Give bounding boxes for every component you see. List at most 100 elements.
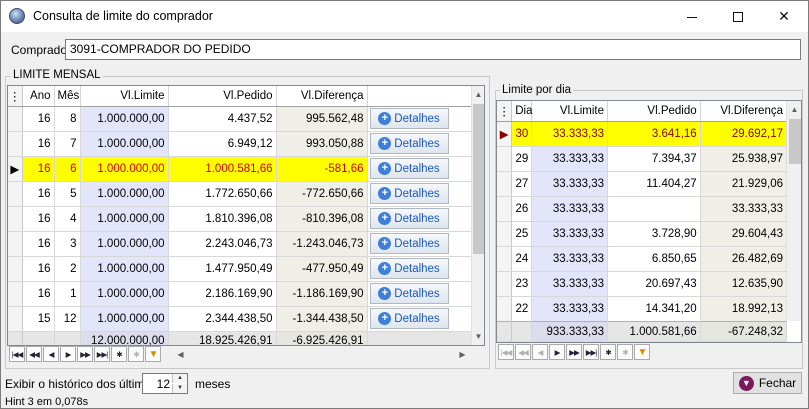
cell-diferenca[interactable]: -772.650,66 — [276, 181, 368, 207]
dia-row[interactable]: 25 33.333,33 3.728,90 29.604,43 — [497, 221, 788, 247]
detalhes-button[interactable]: + Detalhes — [369, 258, 449, 279]
cell-limite[interactable]: 1.000.000,00 — [80, 106, 169, 132]
dia-row[interactable]: 27 33.333,33 11.404,27 21.929,06 — [497, 171, 788, 197]
dia-filter-icon[interactable]: ▼ — [634, 344, 650, 360]
mensal-row[interactable]: 16 4 1.000.000,00 1.810.396,08 -810.396,08 + D… — [8, 206, 473, 232]
cell-dia-pedido[interactable]: 20.697,43 — [607, 271, 701, 297]
mensal-row[interactable]: 15 12 1.000.000,00 2.344.438,50 -1.344.438,5… — [8, 306, 473, 332]
filter-icon[interactable]: ▼ — [145, 346, 161, 362]
detalhes-button[interactable]: + Detalhes — [369, 183, 449, 204]
row-indicator[interactable] — [8, 256, 23, 282]
cell-mes[interactable]: 6 — [54, 156, 81, 182]
detalhes-button[interactable]: + Detalhes — [369, 158, 449, 179]
cell-ano[interactable]: 16 — [22, 281, 55, 307]
goto-bookmark-icon[interactable]: ✱ — [128, 346, 144, 362]
cell-pedido[interactable]: 6.949,12 — [168, 131, 277, 157]
historico-value[interactable]: 12 — [157, 377, 170, 391]
dia-next-record-icon[interactable]: ▶ — [549, 344, 565, 360]
col-header-limite[interactable]: Vl.Limite — [80, 86, 169, 107]
maximize-button[interactable] — [715, 1, 761, 32]
cell-mes[interactable]: 5 — [54, 181, 81, 207]
mensal-row[interactable]: 16 2 1.000.000,00 1.477.950,49 -477.950,49 + D… — [8, 256, 473, 282]
detalhes-button[interactable]: + Detalhes — [369, 133, 449, 154]
cell-limite[interactable]: 1.000.000,00 — [80, 131, 169, 157]
cell-limite[interactable]: 1.000.000,00 — [80, 306, 169, 332]
row-indicator[interactable] — [8, 181, 23, 207]
cell-diferenca[interactable]: -810.396,08 — [276, 206, 368, 232]
row-indicator[interactable]: ▶ — [8, 156, 23, 182]
cell-pedido[interactable]: 1.000.581,66 — [168, 156, 277, 182]
cell-ano[interactable]: 16 — [22, 181, 55, 207]
dia-next-page-icon[interactable]: ▶▶ — [566, 344, 582, 360]
dia-bookmark-icon[interactable]: ✱ — [600, 344, 616, 360]
row-indicator[interactable] — [497, 271, 513, 297]
cell-diferenca[interactable]: -477.950,49 — [276, 256, 368, 282]
cell-dia-limite[interactable]: 33.333,33 — [531, 271, 609, 297]
cell-ano[interactable]: 16 — [22, 131, 55, 157]
cell-dia-limite[interactable]: 33.333,33 — [531, 246, 609, 272]
row-indicator[interactable]: ▶ — [497, 121, 513, 147]
cell-mes[interactable]: 3 — [54, 231, 81, 257]
cell-dia[interactable]: 30 — [511, 121, 533, 147]
column-chooser-icon[interactable]: ⋮ — [8, 86, 23, 107]
col-header-dia-limite[interactable]: Vl.Limite — [531, 101, 609, 122]
cell-dia-limite[interactable]: 33.333,33 — [531, 171, 609, 197]
col-header-dia-pedido[interactable]: Vl.Pedido — [607, 101, 701, 122]
cell-dia-diferenca[interactable]: 25.938,97 — [700, 146, 788, 172]
detalhes-button[interactable]: + Detalhes — [369, 233, 449, 254]
prev-page-icon[interactable]: ◀◀ — [26, 346, 42, 362]
col-header-ano[interactable]: Ano — [22, 86, 55, 107]
cell-limite[interactable]: 1.000.000,00 — [80, 281, 169, 307]
fechar-button[interactable]: ▼ Fechar — [733, 372, 802, 394]
cell-diferenca[interactable]: -581,66 — [276, 156, 368, 182]
cell-limite[interactable]: 1.000.000,00 — [80, 256, 169, 282]
dia-column-chooser-icon[interactable]: ⋮ — [497, 101, 513, 122]
close-button[interactable]: ✕ — [761, 1, 807, 32]
minimize-button[interactable] — [669, 1, 715, 32]
dia-prev-page-icon[interactable]: ◀◀ — [515, 344, 531, 360]
row-indicator[interactable] — [497, 296, 513, 322]
mensal-row[interactable]: 16 8 1.000.000,00 4.437,52 995.562,48 + Detalh… — [8, 106, 473, 132]
cell-dia-limite[interactable]: 33.333,33 — [531, 146, 609, 172]
scroll-left-icon[interactable]: ◀ — [172, 346, 189, 363]
cell-ano[interactable]: 16 — [22, 156, 55, 182]
cell-dia[interactable]: 26 — [511, 196, 533, 222]
first-page-icon[interactable]: |◀◀ — [9, 346, 25, 362]
mensal-scroll-thumb[interactable] — [473, 104, 484, 254]
col-header-pedido[interactable]: Vl.Pedido — [168, 86, 277, 107]
mensal-row[interactable]: 16 3 1.000.000,00 2.243.046,73 -1.243.046,73… — [8, 231, 473, 257]
cell-dia-diferenca[interactable]: 21.929,06 — [700, 171, 788, 197]
detalhes-button[interactable]: + Detalhes — [369, 208, 449, 229]
row-indicator[interactable] — [8, 231, 23, 257]
cell-mes[interactable]: 8 — [54, 106, 81, 132]
detalhes-button[interactable]: + Detalhes — [369, 308, 449, 329]
prev-record-icon[interactable]: ◀ — [43, 346, 59, 362]
mensal-vertical-scrollbar[interactable]: ▲ ▼ — [471, 86, 484, 345]
mensal-row[interactable]: ▶ 16 6 1.000.000,00 1.000.581,66 -581,66 + Deta… — [8, 156, 473, 182]
row-indicator[interactable] — [497, 221, 513, 247]
cell-dia[interactable]: 27 — [511, 171, 533, 197]
cell-dia-pedido[interactable]: 11.404,27 — [607, 171, 701, 197]
cell-mes[interactable]: 12 — [54, 306, 81, 332]
cell-dia[interactable]: 24 — [511, 246, 533, 272]
cell-dia-diferenca[interactable]: 26.482,69 — [700, 246, 788, 272]
spin-up-icon[interactable]: ▲ — [172, 374, 187, 383]
cell-mes[interactable]: 1 — [54, 281, 81, 307]
mensal-horizontal-scrollbar[interactable]: ◀ ▶ — [172, 346, 471, 363]
row-indicator[interactable] — [8, 281, 23, 307]
cell-dia-pedido[interactable]: 6.850,65 — [607, 246, 701, 272]
dia-scroll-thumb[interactable] — [789, 119, 801, 164]
row-indicator[interactable] — [497, 246, 513, 272]
cell-ano[interactable]: 16 — [22, 206, 55, 232]
row-indicator[interactable] — [497, 171, 513, 197]
cell-dia-pedido[interactable] — [607, 196, 701, 222]
cell-mes[interactable]: 4 — [54, 206, 81, 232]
cell-diferenca[interactable]: -1.344.438,50 — [276, 306, 368, 332]
dia-row[interactable]: 24 33.333,33 6.850,65 26.482,69 — [497, 246, 788, 272]
mensal-row[interactable]: 16 5 1.000.000,00 1.772.650,66 -772.650,66 + D… — [8, 181, 473, 207]
cell-diferenca[interactable]: 993.050,88 — [276, 131, 368, 157]
cell-ano[interactable]: 15 — [22, 306, 55, 332]
cell-dia-pedido[interactable]: 3.728,90 — [607, 221, 701, 247]
dia-scroll-up-icon[interactable]: ▲ — [787, 101, 801, 118]
cell-limite[interactable]: 1.000.000,00 — [80, 181, 169, 207]
